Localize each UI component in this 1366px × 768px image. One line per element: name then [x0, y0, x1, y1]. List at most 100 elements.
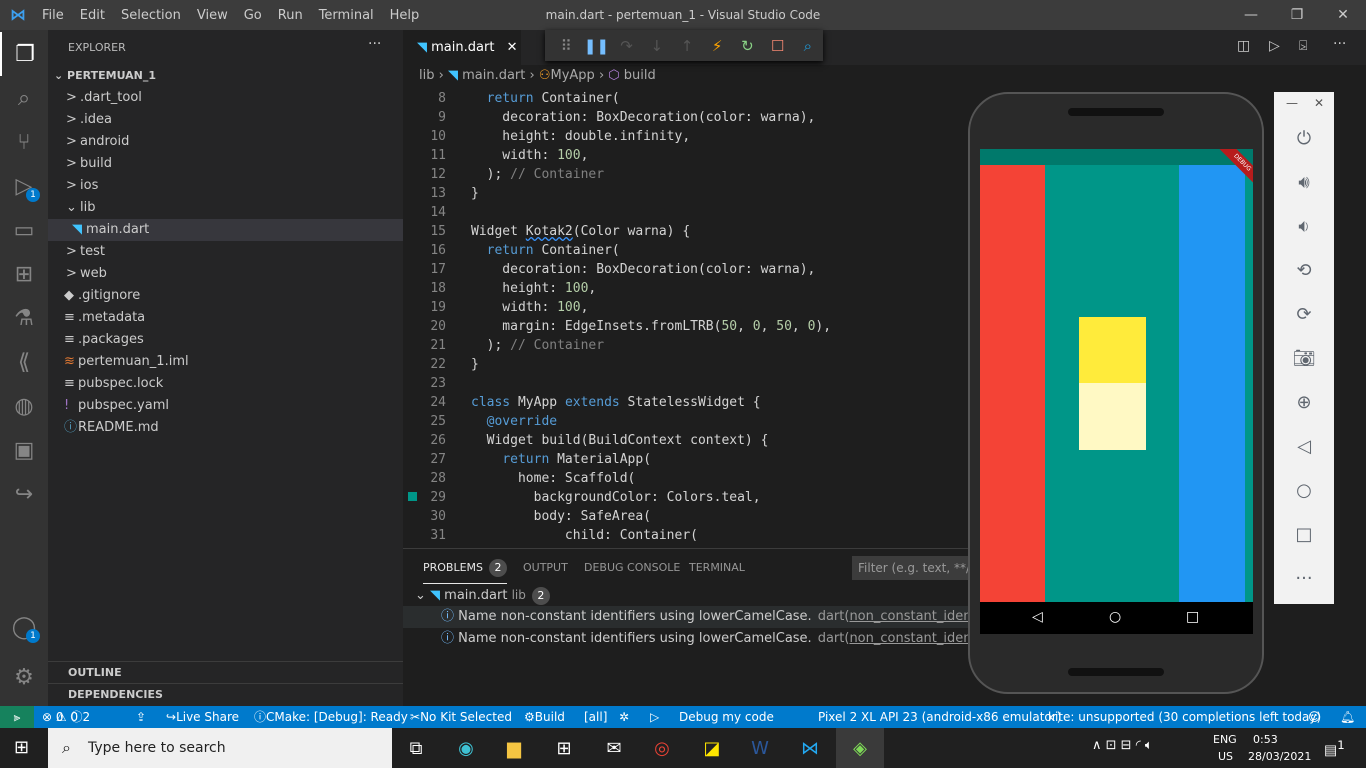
problem-file-group[interactable]: ⌄ ◥ main.dart lib 2 — [403, 584, 968, 606]
tree-item--gitignore[interactable]: ◆ .gitignore — [48, 285, 403, 307]
drag-handle-icon[interactable]: ⠿ — [551, 37, 581, 55]
code-line[interactable]: 30 body: SafeArea( — [403, 507, 968, 526]
code-line[interactable]: 24 class MyApp extends StatelessWidget { — [403, 393, 968, 412]
tree-item-main-dart[interactable]: ◥ main.dart — [48, 219, 403, 241]
menu-help[interactable]: Help — [382, 8, 428, 23]
tree-item-pertemuan-1-iml[interactable]: ≋ pertemuan_1.iml — [48, 351, 403, 373]
code-line[interactable]: 16 return Container( — [403, 241, 968, 260]
menu-view[interactable]: View — [189, 8, 236, 23]
debug-config[interactable]: Debug my code — [679, 706, 774, 728]
chrome-icon[interactable]: ◎ — [638, 728, 686, 768]
remote-indicator[interactable]: ⫸ — [0, 706, 34, 728]
remote-explorer-icon[interactable]: ▭ — [0, 208, 48, 252]
mail-icon[interactable]: ✉ — [590, 728, 638, 768]
explorer-icon[interactable]: ❐ — [0, 32, 48, 76]
run-icon[interactable]: ▷ — [1269, 38, 1280, 54]
kite-status[interactable]: kite: unsupported (30 completions left t… — [1048, 706, 1321, 728]
tab-debug-console[interactable]: DEBUG CONSOLE — [584, 561, 680, 574]
breadcrumb-lib[interactable]: lib — [419, 68, 434, 83]
emulator-screen[interactable]: DEBUG ◁ ○ □ — [980, 149, 1253, 634]
volume-down-icon[interactable]: 🔉︎ — [1274, 216, 1334, 237]
clock-time[interactable]: 0:53 — [1253, 733, 1278, 746]
clock-date[interactable]: 28/03/2021 — [1248, 750, 1311, 763]
tree-item-readme-md[interactable]: ⓘREADME.md — [48, 417, 403, 439]
dependencies-section[interactable]: DEPENDENCIES — [48, 683, 403, 705]
code-line[interactable]: 21 ); // Container — [403, 336, 968, 355]
home-icon[interactable]: ○ — [1274, 480, 1334, 501]
tab-problems[interactable]: PROBLEMS 2 — [423, 559, 508, 584]
volume-up-icon[interactable]: 🔊︎ — [1274, 172, 1334, 193]
search-icon[interactable]: ⌕ — [0, 76, 48, 120]
docker-icon[interactable]: ▣ — [0, 428, 48, 472]
split-editor-icon[interactable]: ◫ — [1237, 38, 1250, 54]
step-into-icon[interactable]: ↓ — [642, 37, 672, 55]
project-folder[interactable]: ⌄ PERTEMUAN_1 — [48, 65, 403, 87]
edge-icon[interactable]: ◉ — [442, 728, 490, 768]
tab-output[interactable]: OUTPUT — [523, 561, 568, 574]
tree-item-lib[interactable]: ⌄ lib — [48, 197, 403, 219]
feedback-icon[interactable]: ☺ — [1308, 706, 1321, 728]
emulator-minimize-button[interactable]: — — [1286, 96, 1298, 110]
tab-terminal[interactable]: TERMINAL — [689, 561, 745, 574]
store-icon[interactable]: ⊞ — [540, 728, 588, 768]
code-line[interactable]: 10 height: double.infinity, — [403, 127, 968, 146]
close-tab-icon[interactable]: ✕ — [507, 40, 518, 55]
sticky-notes-icon[interactable]: ◪ — [688, 728, 736, 768]
cmake-status[interactable]: ⓘ CMake: [Debug]: Ready — [254, 706, 408, 728]
camera-icon[interactable]: 📷︎ — [1274, 348, 1334, 369]
system-tray-icons[interactable]: ∧ ⊡ ⊟ ◜ 🔈︎ — [1092, 738, 1153, 753]
nav-home-icon[interactable]: ○ — [1109, 609, 1121, 625]
code-line[interactable]: 19 width: 100, — [403, 298, 968, 317]
android-studio-icon[interactable]: ◈ — [836, 728, 884, 768]
debug-run-icon[interactable]: ⍄ — [1299, 38, 1307, 54]
stop-icon[interactable]: ☐ — [763, 37, 793, 55]
breadcrumb-method[interactable]: build — [624, 68, 656, 83]
accounts-icon[interactable]: ◯ 1 — [0, 605, 48, 649]
code-line[interactable]: 27 return MaterialApp( — [403, 450, 968, 469]
menu-terminal[interactable]: Terminal — [311, 8, 382, 23]
testing-icon[interactable]: ⚗ — [0, 296, 48, 340]
code-line[interactable]: 13} — [403, 184, 968, 203]
rotate-right-icon[interactable]: ⟳ — [1274, 304, 1334, 325]
menu-edit[interactable]: Edit — [72, 8, 113, 23]
hot-restart-icon[interactable]: ↻ — [732, 37, 762, 55]
tree-item--packages[interactable]: ≡ .packages — [48, 329, 403, 351]
tab-main-dart[interactable]: ◥ main.dart ✕ — [403, 30, 521, 65]
code-line[interactable]: 22} — [403, 355, 968, 374]
breadcrumb-class[interactable]: MyApp — [551, 68, 595, 83]
file-explorer-icon[interactable]: ▆ — [490, 728, 538, 768]
restore-button[interactable]: ❐ — [1274, 0, 1320, 30]
problem-item[interactable]: ⓘ Name non-constant identifiers using lo… — [403, 606, 1037, 628]
code-line[interactable]: 20 margin: EdgeInsets.fromLTRB(50, 0, 50… — [403, 317, 968, 336]
nav-overview-icon[interactable]: □ — [1186, 609, 1199, 625]
step-over-icon[interactable]: ↷ — [611, 37, 641, 55]
rotate-left-icon[interactable]: ⟲ — [1274, 260, 1334, 281]
power-icon[interactable]: ⏻ — [1274, 128, 1334, 149]
outline-section[interactable]: OUTLINE — [48, 661, 403, 683]
tree-item-test[interactable]: > test — [48, 241, 403, 263]
more-actions-icon[interactable]: ··· — [1333, 36, 1346, 52]
code-line[interactable]: 29 backgroundColor: Colors.teal, — [403, 488, 968, 507]
windows-start-icon[interactable]: ⊞ — [14, 737, 29, 758]
nav-back-icon[interactable]: ◁ — [1032, 609, 1043, 625]
tree-item--metadata[interactable]: ≡ .metadata — [48, 307, 403, 329]
devtools-icon[interactable]: ⌕ — [793, 37, 823, 55]
more-icon[interactable]: ··· — [1274, 568, 1334, 589]
more-actions-button[interactable]: ··· — [368, 36, 381, 52]
tree-item--dart-tool[interactable]: > .dart_tool — [48, 87, 403, 109]
code-line[interactable]: 28 home: Scaffold( — [403, 469, 968, 488]
code-line[interactable]: 26 Widget build(BuildContext context) { — [403, 431, 968, 450]
github-icon[interactable]: ◍ — [0, 384, 48, 428]
back-icon[interactable]: ◁ — [1274, 436, 1334, 457]
overview-icon[interactable]: □ — [1274, 524, 1334, 545]
build-target[interactable]: [all] — [584, 706, 607, 728]
code-line[interactable]: 23 — [403, 374, 968, 393]
problems-filter-input[interactable]: Filter (e.g. text, **/*.ts — [852, 556, 968, 580]
run-debug-icon[interactable]: ▷ 1 — [0, 164, 48, 208]
device-status[interactable]: Pixel 2 XL API 23 (android-x86 emulator) — [818, 706, 1061, 728]
tree-item-ios[interactable]: > ios — [48, 175, 403, 197]
debug-bug-icon[interactable]: ✲ — [619, 706, 629, 728]
code-line[interactable]: 8 return Container( — [403, 89, 968, 108]
close-window-button[interactable]: ✕ — [1320, 0, 1366, 30]
code-line[interactable]: 11 width: 100, — [403, 146, 968, 165]
